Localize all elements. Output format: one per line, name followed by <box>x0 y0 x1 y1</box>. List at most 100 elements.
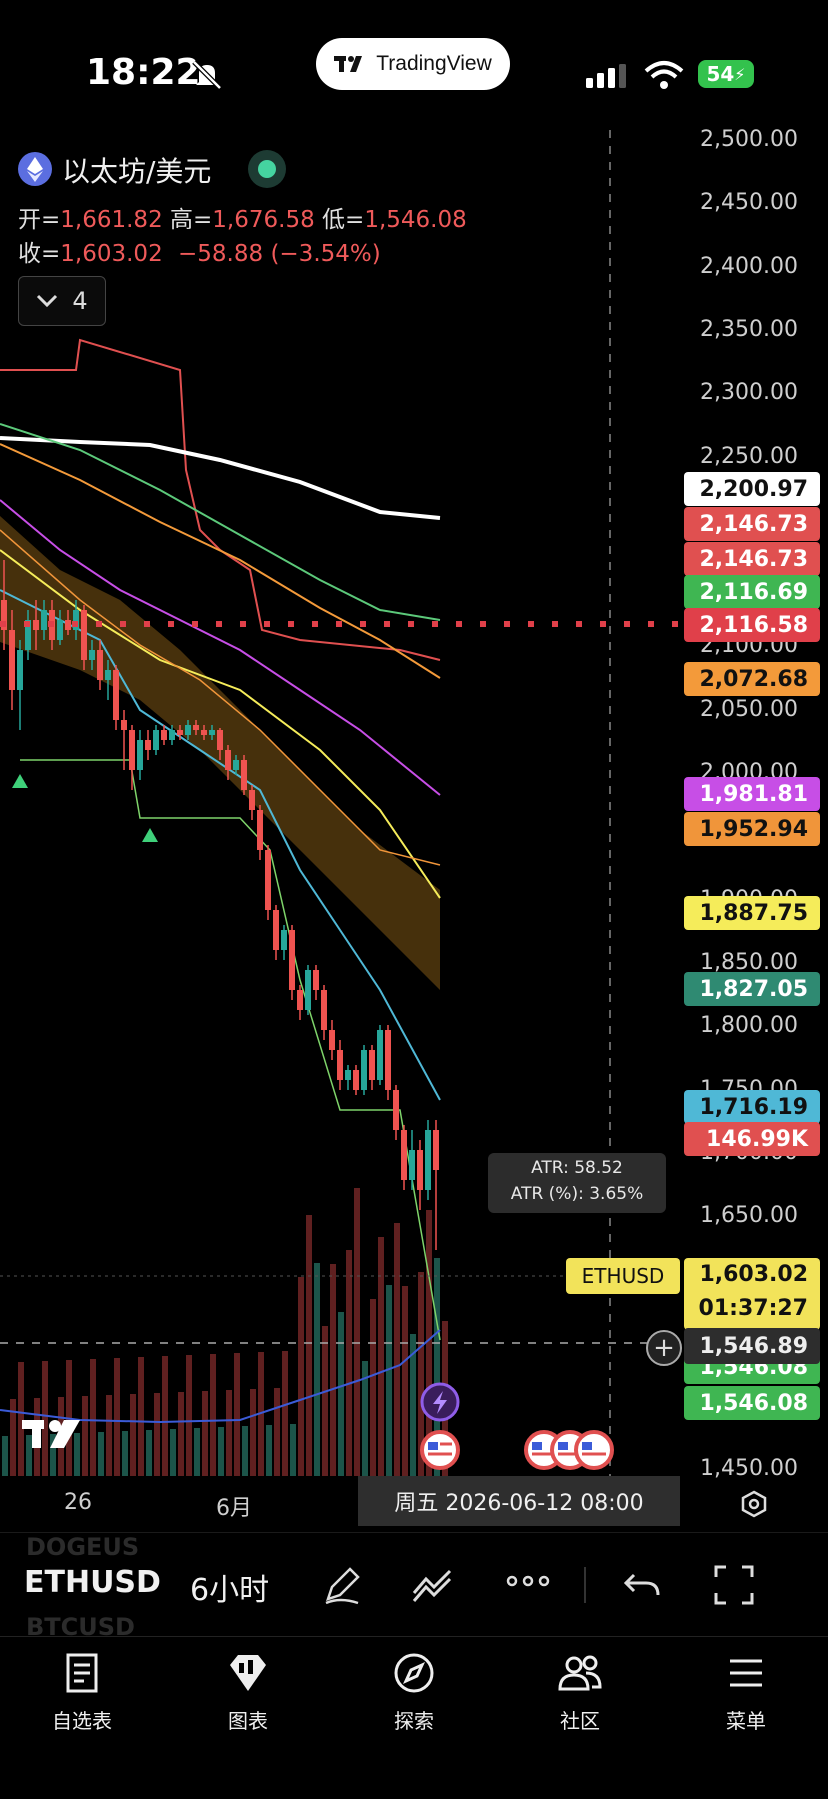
tradingview-label: TradingView <box>376 52 492 75</box>
volume-bar <box>154 1393 160 1476</box>
price-tag: 2,116.58 <box>684 608 820 642</box>
price-axis-label: 2,300.00 <box>700 380 798 406</box>
candle-body <box>41 610 47 630</box>
price-axis-label: 2,450.00 <box>700 190 798 216</box>
candle-body <box>185 725 191 735</box>
watchlist-icon <box>66 1653 98 1693</box>
nav-community[interactable]: 社区 <box>520 1651 640 1734</box>
crosshair-date-tooltip: 周五 2026-06-12 08:00 <box>358 1476 680 1526</box>
candle-body <box>369 1050 375 1080</box>
candle-body <box>297 990 303 1010</box>
symbol-button[interactable]: ETHUSD <box>24 1565 161 1600</box>
volume-bar <box>74 1433 80 1476</box>
bar-countdown: 01:37:27 <box>698 1296 808 1321</box>
volume-bar <box>402 1286 408 1476</box>
candle-body <box>305 970 311 1010</box>
candle-body <box>401 1130 407 1180</box>
price-axis-label: 2,050.00 <box>700 696 798 722</box>
candle-body <box>201 730 207 735</box>
lightning-event-icon[interactable] <box>420 1382 460 1422</box>
candle-body <box>129 730 135 770</box>
nav-label: 探索 <box>394 1709 434 1733</box>
atr-percent: ATR (%): 3.65% <box>510 1184 644 1204</box>
cellular-signal-icon <box>586 64 626 88</box>
last-price: 1,603.02 <box>699 1262 808 1287</box>
price-tag: 1,952.94 <box>684 812 820 846</box>
nav-label: 图表 <box>228 1709 268 1733</box>
volume-bar <box>378 1237 384 1476</box>
price-tag: 1,546.08 <box>684 1386 820 1420</box>
volume-bar <box>2 1436 8 1476</box>
candle-body <box>329 1030 335 1050</box>
nav-watchlist[interactable]: 自选表 <box>22 1651 142 1734</box>
candle-body <box>33 620 39 630</box>
wifi-icon <box>644 61 684 89</box>
volume-bar <box>90 1359 96 1476</box>
chart-icon <box>230 1655 266 1691</box>
volume-bar <box>370 1299 376 1476</box>
us-event-flag-icon[interactable] <box>420 1430 460 1470</box>
volume-bar <box>42 1361 48 1476</box>
candle-body <box>273 910 279 950</box>
time-tick: 26 <box>64 1490 92 1515</box>
candle-body <box>177 730 183 735</box>
volume-bar <box>346 1250 352 1476</box>
price-axis-label: 2,400.00 <box>700 253 798 279</box>
fullscreen-icon[interactable] <box>712 1563 756 1607</box>
candle-body <box>417 1150 423 1190</box>
interval-button[interactable]: 6小时 <box>190 1565 269 1609</box>
volume-bar <box>298 1277 304 1476</box>
candle-body <box>257 810 263 850</box>
candle-body <box>121 720 127 730</box>
price-tag: 2,146.73 <box>684 507 820 541</box>
chart-toolbar: DOGEUS BTCUSD ETHUSD 6小时 <box>0 1532 828 1641</box>
add-alert-button[interactable]: + <box>646 1330 682 1366</box>
candle-body <box>17 650 23 690</box>
volume-bar <box>178 1392 184 1476</box>
candle-body <box>225 750 231 770</box>
crosshair-price-tag: 1,546.89 <box>684 1328 820 1364</box>
nav-menu[interactable]: 菜单 <box>686 1651 806 1734</box>
nav-explore[interactable]: 探索 <box>354 1651 474 1734</box>
last-price-tag: 1,603.02 01:37:27 <box>684 1258 820 1330</box>
price-tag: 1,887.75 <box>684 896 820 930</box>
price-axis-label: 2,250.00 <box>700 443 798 469</box>
chart-settings-icon[interactable] <box>740 1490 768 1518</box>
undo-icon[interactable] <box>622 1563 662 1607</box>
volume-bar <box>114 1358 120 1476</box>
volume-bar <box>234 1353 240 1476</box>
price-tag: 1,827.05 <box>684 972 820 1006</box>
price-tag: 146.99K <box>684 1122 820 1156</box>
candle-body <box>217 730 223 750</box>
volume-bar <box>162 1356 168 1476</box>
explore-icon <box>394 1653 434 1693</box>
candle-body <box>209 730 215 735</box>
bottom-navigation: 自选表 图表 探索 社区 菜单 <box>0 1636 828 1799</box>
volume-bar <box>322 1326 328 1476</box>
volume-bar <box>106 1395 112 1476</box>
price-axis-label: 1,650.00 <box>700 1203 798 1229</box>
candle-body <box>153 730 159 750</box>
drawing-tools-icon[interactable] <box>410 1563 458 1607</box>
tradingview-logo-icon <box>334 56 363 72</box>
more-options-icon[interactable] <box>506 1573 550 1589</box>
price-axis-label: 1,800.00 <box>700 1013 798 1039</box>
price-tag: 2,200.97 <box>684 472 820 506</box>
volume-bar <box>282 1351 288 1476</box>
nav-chart[interactable]: 图表 <box>188 1651 308 1734</box>
volume-bar <box>26 1435 32 1476</box>
pen-draw-icon[interactable] <box>320 1563 364 1607</box>
us-event-flag-icon[interactable] <box>574 1430 614 1470</box>
signal-up-arrow-icon <box>12 774 28 788</box>
candle-body <box>337 1050 343 1080</box>
candle-body <box>105 670 111 680</box>
battery-level: 54 <box>706 62 735 86</box>
volume-bar <box>242 1426 248 1476</box>
volume-bar <box>170 1429 176 1476</box>
price-tag: 1,716.19 <box>684 1090 820 1124</box>
candle-body <box>249 790 255 810</box>
tradingview-pill[interactable]: TradingView <box>316 38 510 90</box>
volume-bar <box>314 1263 320 1476</box>
volume-bar <box>18 1362 24 1476</box>
toolbar-divider <box>584 1567 586 1603</box>
